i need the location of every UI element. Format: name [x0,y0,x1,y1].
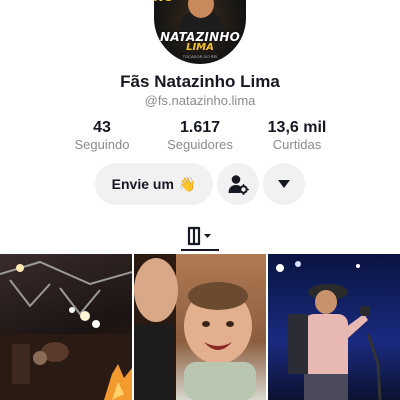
message-button-label: Envie um [111,176,174,192]
stat-followers-value: 1.617 [179,119,221,136]
video-tile-1[interactable] [0,254,132,400]
person-settings-icon [228,175,249,195]
wave-emoji: 👋 [178,175,197,192]
profile-stats: 43 Seguindo 1.617 Seguidores 13,6 mil Cu… [0,119,400,155]
stat-following-value: 43 [93,119,111,136]
video-grid-icon [187,226,211,246]
singer-on-stage-thumbnail [276,261,382,400]
stat-following[interactable]: 43 Seguindo [52,119,152,153]
video-grid [0,254,400,400]
stat-following-label: Seguindo [74,137,130,152]
profile-username: @fs.natazinho.lima [144,93,256,108]
stat-followers[interactable]: 1.617 Seguidores [150,119,250,153]
profile-tab-bar [0,218,400,252]
stat-likes-label: Curtidas [272,137,322,152]
video-tile-2[interactable] [134,254,266,400]
video-tile-3[interactable] [268,254,400,400]
tab-videos[interactable] [180,222,220,250]
baby-smiling-thumbnail [134,254,256,400]
stat-followers-label: Seguidores [167,137,233,152]
avatar-logo-sub: LIMA [186,42,214,53]
profile-avatar[interactable]: NC NATAZINHO LIMA TOCADOR DO REI [154,0,246,64]
avatar-logo-tiny: TOCADOR DO REI [182,54,218,59]
stat-likes-value: 13,6 mil [267,119,327,136]
stat-likes: 13,6 mil Curtidas [247,119,347,153]
caret-down-icon [278,180,290,188]
tab-active-indicator [181,249,219,251]
concert-stage-thumbnail [0,260,132,400]
message-button[interactable]: Envie um 👋 [95,163,213,205]
avatar-logo-top: NC [154,0,173,4]
profile-display-name: Fãs Natazinho Lima [120,72,280,91]
more-options-button[interactable] [263,163,305,205]
suggested-accounts-button[interactable] [217,163,259,205]
